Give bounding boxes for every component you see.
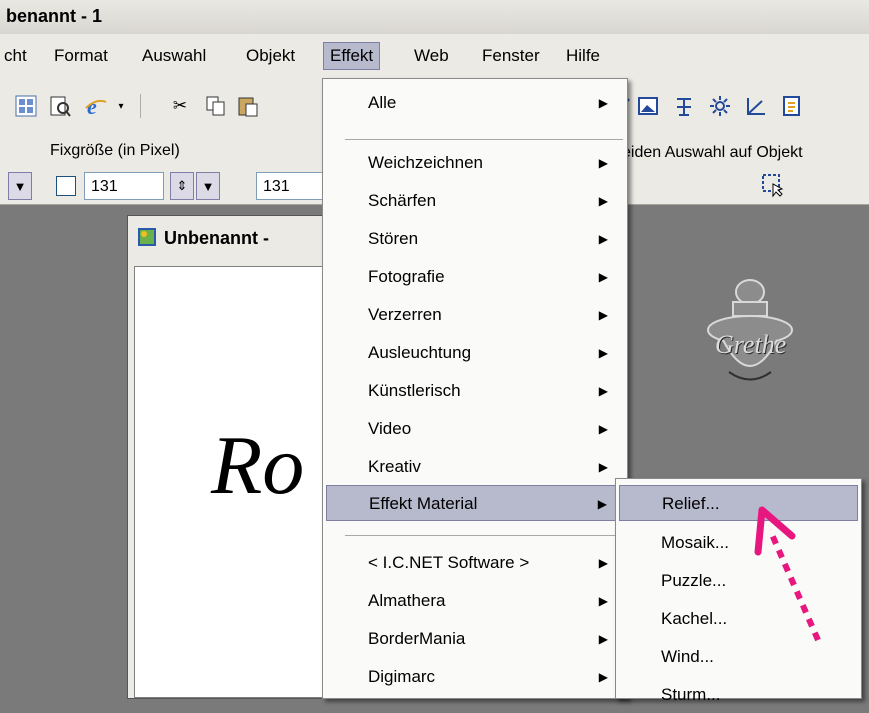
spinner-icon: ⇕ — [176, 178, 188, 193]
menu-item-verzerren[interactable]: Verzerren ▶ — [326, 297, 624, 333]
menu-item-label: Ausleuchtung — [368, 343, 472, 362]
document-title: Unbenannt - — [164, 228, 269, 248]
submenu-arrow-icon: ▶ — [598, 232, 608, 246]
fixsize-checkbox[interactable] — [56, 176, 76, 196]
menu-item-alle[interactable]: Alle ▶ — [326, 85, 624, 121]
menu-item-label: Schärfen — [368, 191, 437, 210]
submenu-arrow-icon: ▶ — [598, 594, 608, 608]
auswahl-auf-objekt-label: eiden Auswahl auf Objekt — [622, 144, 803, 161]
menu-effekt[interactable]: Effekt — [323, 42, 381, 70]
menu-item-effekt-material[interactable]: Effekt Material ▶ — [326, 485, 624, 521]
dropdown-button[interactable]: ▼ — [8, 172, 32, 200]
symbol-icon[interactable] — [672, 94, 696, 118]
grid-icon[interactable] — [14, 94, 38, 118]
menu-item-label: Stören — [368, 229, 419, 248]
menu-bar: cht Format Auswahl Objekt Effekt Web Fen… — [0, 34, 869, 79]
print-preview-icon[interactable] — [48, 94, 72, 118]
menu-item-label: Alle — [368, 93, 397, 112]
menu-item-stoeren[interactable]: Stören ▶ — [326, 221, 624, 257]
menu-hilfe[interactable]: Hilfe — [560, 43, 606, 69]
width-dropdown[interactable]: ▼ — [196, 172, 220, 200]
ornament-script: Grethe — [715, 330, 787, 359]
menu-item-almathera[interactable]: Almathera ▶ — [326, 583, 624, 619]
menu-item-label: BorderMania — [368, 629, 466, 648]
chevron-down-icon: ▼ — [201, 178, 215, 194]
dropdown-arrow-icon[interactable]: ▾ — [114, 94, 128, 118]
toolbar-divider — [140, 94, 141, 118]
sun-icon[interactable] — [708, 94, 732, 118]
window-title: benannt - 1 — [6, 6, 103, 26]
submenu-arrow-icon: ▶ — [598, 670, 608, 684]
window-title-bar: benannt - 1 — [0, 0, 869, 35]
width-spinner[interactable]: ⇕ — [170, 172, 194, 200]
effekt-menu: Alle ▶ Weichzeichnen ▶ Schärfen ▶ Stören… — [322, 78, 628, 699]
embossed-ornament: Grethe — [695, 262, 805, 397]
internet-explorer-icon[interactable]: e — [84, 94, 108, 118]
script-text: Ro — [211, 419, 305, 512]
document-icon[interactable] — [780, 94, 804, 118]
menu-item-label: Effekt Material — [369, 494, 478, 513]
menu-item-label: Künstlerisch — [368, 381, 461, 400]
menu-item-digimarc[interactable]: Digimarc ▶ — [326, 659, 624, 695]
menu-separator — [345, 535, 623, 536]
submenu-arrow-icon: ▶ — [598, 346, 608, 360]
menu-item-label: Verzerren — [368, 305, 442, 324]
menu-item-kuenstlerisch[interactable]: Künstlerisch ▶ — [326, 373, 624, 409]
menu-separator — [345, 139, 623, 140]
submenu-arrow-icon: ▶ — [598, 460, 608, 474]
angle-icon[interactable] — [744, 94, 768, 118]
menu-item-label: Video — [368, 419, 412, 438]
document-icon — [138, 228, 156, 246]
fixsize-label: Fixgröße (in Pixel) — [50, 142, 180, 159]
menu-item-schaerfen[interactable]: Schärfen ▶ — [326, 183, 624, 219]
submenu-arrow-icon: ▶ — [598, 96, 608, 110]
image-frame-icon[interactable] — [636, 94, 660, 118]
submenu-arrow-icon: ▶ — [598, 270, 608, 284]
menu-item-bordermania[interactable]: BorderMania ▶ — [326, 621, 624, 657]
submenu-item-sturm[interactable]: Sturm... — [619, 677, 858, 713]
menu-item-label: Fotografie — [368, 267, 445, 286]
menu-item-video[interactable]: Video ▶ — [326, 411, 624, 447]
menu-fenster[interactable]: Fenster — [476, 43, 546, 69]
submenu-arrow-icon: ▶ — [597, 497, 607, 511]
submenu-arrow-icon: ▶ — [598, 422, 608, 436]
menu-format[interactable]: Format — [48, 43, 114, 69]
menu-item-label: Almathera — [368, 591, 446, 610]
submenu-arrow-icon: ▶ — [598, 194, 608, 208]
submenu-arrow-icon: ▶ — [598, 556, 608, 570]
menu-item-label: Kreativ — [368, 457, 421, 476]
annotation-arrow-icon — [754, 506, 821, 642]
menu-item-icnet-software[interactable]: < I.C.NET Software > ▶ — [326, 545, 624, 581]
menu-auswahl[interactable]: Auswahl — [136, 43, 212, 69]
cut-icon[interactable]: ✂ — [168, 94, 192, 118]
menu-item-label: Digimarc — [368, 667, 436, 686]
selection-to-object-icon[interactable] — [760, 172, 786, 198]
menu-item-weichzeichnen[interactable]: Weichzeichnen ▶ — [326, 145, 624, 181]
menu-item-fotografie[interactable]: Fotografie ▶ — [326, 259, 624, 295]
width-field[interactable]: 131 — [84, 172, 164, 200]
menu-item-ausleuchtung[interactable]: Ausleuchtung ▶ — [326, 335, 624, 371]
submenu-arrow-icon: ▶ — [598, 384, 608, 398]
height-field[interactable]: 131 — [256, 172, 326, 200]
submenu-arrow-icon: ▶ — [598, 156, 608, 170]
chevron-down-icon: ▼ — [13, 178, 27, 194]
submenu-arrow-icon: ▶ — [598, 632, 608, 646]
submenu-arrow-icon: ▶ — [598, 308, 608, 322]
menu-objekt[interactable]: Objekt — [240, 43, 301, 69]
menu-item-kreativ[interactable]: Kreativ ▶ — [326, 449, 624, 485]
menu-item-label: < I.C.NET Software > — [368, 553, 530, 572]
menu-web[interactable]: Web — [408, 43, 455, 69]
paste-icon[interactable] — [236, 94, 260, 118]
menu-ansicht[interactable]: cht — [0, 43, 33, 69]
copy-icon[interactable] — [204, 94, 228, 118]
menu-item-label: Weichzeichnen — [368, 153, 483, 172]
